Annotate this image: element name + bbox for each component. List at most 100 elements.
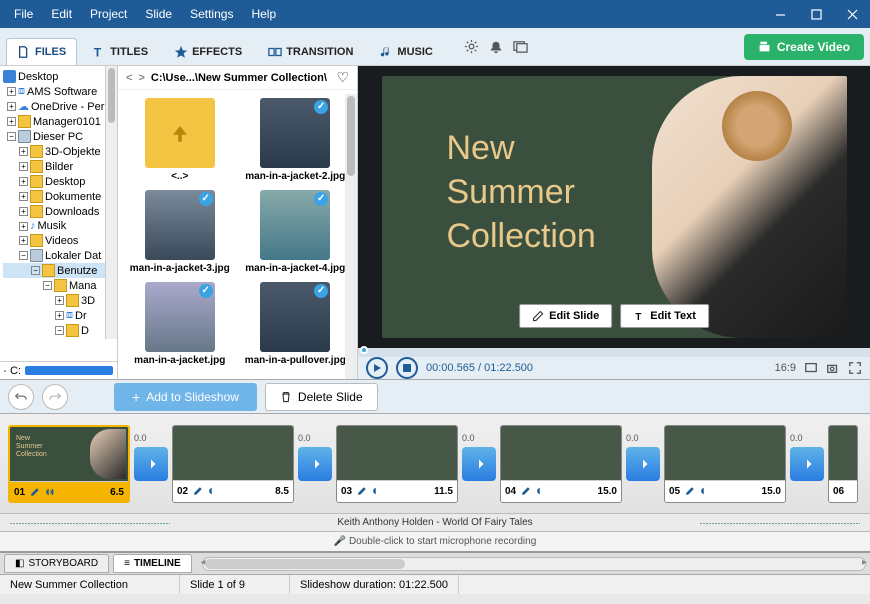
clip-02[interactable]: 028.5 <box>172 425 294 503</box>
file-thumb[interactable]: ✓man-in-a-jacket-4.jpg <box>242 190 350 274</box>
bell-icon[interactable] <box>489 40 503 54</box>
menu-file[interactable]: File <box>6 3 41 25</box>
tree-item-selected[interactable]: −Benutze <box>3 263 114 278</box>
tree-item[interactable]: +3D <box>3 293 114 308</box>
tab-transition[interactable]: TRANSITION <box>257 38 364 65</box>
action-row: +Add to Slideshow Delete Slide <box>0 380 870 414</box>
favorite-icon[interactable]: ♡ <box>336 69 349 86</box>
tab-storyboard[interactable]: ◧ STORYBOARD <box>4 554 109 573</box>
svg-text:T: T <box>94 45 102 59</box>
clip-06[interactable]: 06 <box>828 425 858 503</box>
player-controls: 00:00.565 / 01:22.500 16:9 <box>358 357 870 379</box>
tree-item[interactable]: +⧈AMS Software <box>3 84 114 99</box>
main-menu: File Edit Project Slide Settings Help <box>0 3 284 25</box>
maximize-button[interactable] <box>798 0 834 28</box>
menu-slide[interactable]: Slide <box>137 3 180 25</box>
tab-files[interactable]: FILES <box>6 38 77 65</box>
play-button[interactable] <box>366 357 388 379</box>
menu-help[interactable]: Help <box>243 3 284 25</box>
transition[interactable] <box>790 447 824 481</box>
camera-icon[interactable] <box>826 361 840 375</box>
tab-titles[interactable]: T TITLES <box>81 38 159 65</box>
slide-image <box>652 76 847 338</box>
image-icon[interactable] <box>513 39 528 54</box>
tree-item[interactable]: +Bilder <box>3 159 114 174</box>
tree-item[interactable]: +☁OneDrive - Per <box>3 99 114 114</box>
slide-preview: NewSummerCollection <box>382 76 847 338</box>
add-to-slideshow-button[interactable]: +Add to Slideshow <box>114 383 257 411</box>
tree-item[interactable]: +♪Musik <box>3 219 114 233</box>
preview-panel: NewSummerCollection Edit Slide TEdit Tex… <box>358 66 870 379</box>
transition[interactable] <box>462 447 496 481</box>
slide-title-text: NewSummerCollection <box>447 126 596 259</box>
tree-item[interactable]: +Videos <box>3 233 114 248</box>
stop-button[interactable] <box>396 357 418 379</box>
folder-tree: Desktop +⧈AMS Software +☁OneDrive - Per … <box>0 66 118 379</box>
timeline: NewSummerCollection 016.5 028.5 0311.5 0… <box>0 414 870 552</box>
tree-item[interactable]: −Mana <box>3 278 114 293</box>
status-duration: Slideshow duration: 01:22.500 <box>290 575 459 594</box>
tab-music[interactable]: MUSIC <box>368 38 443 65</box>
tree-item[interactable]: +Manager0101 <box>3 114 114 129</box>
tree-root[interactable]: Desktop <box>3 69 114 84</box>
transition[interactable] <box>626 447 660 481</box>
close-button[interactable] <box>834 0 870 28</box>
tree-item[interactable]: −Dieser PC <box>3 129 114 144</box>
file-thumb[interactable]: ✓man-in-a-jacket-2.jpg <box>242 98 350 182</box>
nav-back[interactable]: < <box>126 72 132 84</box>
timeline-scrollbar[interactable]: ◂ ▸ <box>202 557 866 571</box>
mic-track[interactable]: 🎤 Double-click to start microphone recor… <box>0 531 870 551</box>
aspect-ratio[interactable]: 16:9 <box>775 362 796 374</box>
file-thumb[interactable]: ✓man-in-a-jacket.jpg <box>126 282 234 366</box>
tree-item[interactable]: −Lokaler Dat <box>3 248 114 263</box>
nav-forward[interactable]: > <box>138 72 144 84</box>
clip-01[interactable]: NewSummerCollection 016.5 <box>8 425 130 503</box>
seek-bar[interactable] <box>358 348 870 357</box>
tree-item[interactable]: +3D-Objekte <box>3 144 114 159</box>
redo-button[interactable] <box>42 384 68 410</box>
tree-scrollbar[interactable] <box>105 66 117 339</box>
transition[interactable] <box>134 447 168 481</box>
tree-item[interactable]: +Desktop <box>3 174 114 189</box>
status-bar: New Summer Collection Slide 1 of 9 Slide… <box>0 574 870 594</box>
tree-item[interactable]: +Downloads <box>3 204 114 219</box>
clip-05[interactable]: 0515.0 <box>664 425 786 503</box>
workspace: Desktop +⧈AMS Software +☁OneDrive - Per … <box>0 66 870 380</box>
clips-row: NewSummerCollection 016.5 028.5 0311.5 0… <box>0 414 870 513</box>
menu-edit[interactable]: Edit <box>43 3 80 25</box>
edit-text-button[interactable]: TEdit Text <box>620 304 709 328</box>
tree-item[interactable]: +Dokumente <box>3 189 114 204</box>
transition[interactable] <box>298 447 332 481</box>
status-title: New Summer Collection <box>0 575 180 594</box>
fullscreen-icon[interactable] <box>848 361 862 375</box>
path-display: C:\Use...\New Summer Collection\ <box>151 72 331 84</box>
clip-04[interactable]: 0415.0 <box>500 425 622 503</box>
file-thumb[interactable]: ✓man-in-a-jacket-3.jpg <box>126 190 234 274</box>
undo-button[interactable] <box>8 384 34 410</box>
menu-project[interactable]: Project <box>82 3 135 25</box>
tab-timeline[interactable]: ≡ TIMELINE <box>113 554 192 573</box>
window-controls <box>762 0 870 28</box>
main-toolbar: FILES T TITLES EFFECTS TRANSITION MUSIC … <box>0 28 870 66</box>
status-slide: Slide 1 of 9 <box>180 575 290 594</box>
svg-text:T: T <box>635 312 641 322</box>
audio-track[interactable]: Keith Anthony Holden - World Of Fairy Ta… <box>0 513 870 531</box>
create-video-button[interactable]: Create Video <box>744 34 864 60</box>
drive-indicator: C: <box>0 361 117 379</box>
tab-effects[interactable]: EFFECTS <box>163 38 253 65</box>
gear-icon[interactable] <box>464 39 479 54</box>
file-browser: < > C:\Use...\New Summer Collection\ ♡ <… <box>118 66 358 379</box>
file-thumb[interactable]: ✓man-in-a-pullover.jpg <box>242 282 350 366</box>
tree-item[interactable]: +⧈Dr <box>3 308 114 323</box>
bottom-tabs: ◧ STORYBOARD ≡ TIMELINE ◂ ▸ <box>0 552 870 574</box>
edit-slide-button[interactable]: Edit Slide <box>519 304 612 328</box>
screen-icon[interactable] <box>804 361 818 375</box>
folder-up[interactable]: <..> <box>126 98 234 182</box>
tree-item[interactable]: −D <box>3 323 114 338</box>
delete-slide-button[interactable]: Delete Slide <box>265 383 378 411</box>
clip-03[interactable]: 0311.5 <box>336 425 458 503</box>
menu-settings[interactable]: Settings <box>182 3 241 25</box>
browser-scrollbar[interactable] <box>345 94 357 379</box>
time-display: 00:00.565 / 01:22.500 <box>426 362 533 374</box>
minimize-button[interactable] <box>762 0 798 28</box>
